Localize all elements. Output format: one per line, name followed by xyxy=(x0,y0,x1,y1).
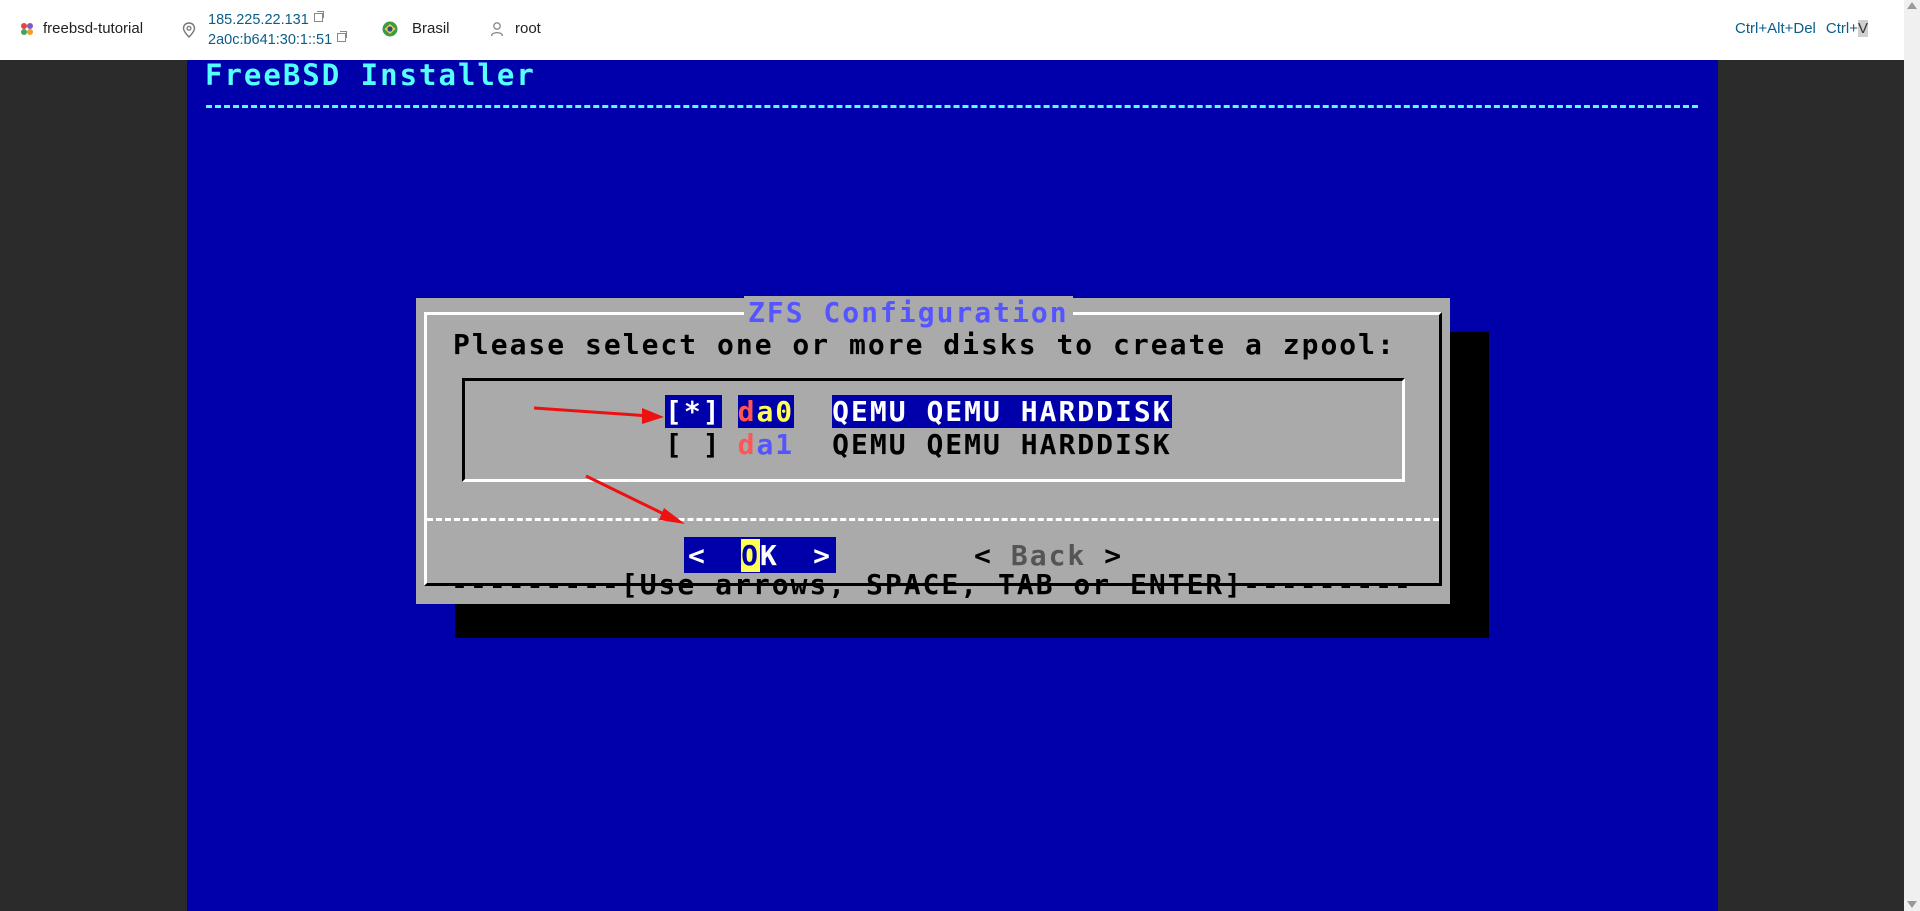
arrow-to-da0 xyxy=(533,406,651,418)
arrow-head-ok xyxy=(659,508,685,524)
arrow-head-da0 xyxy=(642,408,664,424)
annotation-arrows xyxy=(533,406,685,524)
arrow-to-ok xyxy=(585,474,671,519)
